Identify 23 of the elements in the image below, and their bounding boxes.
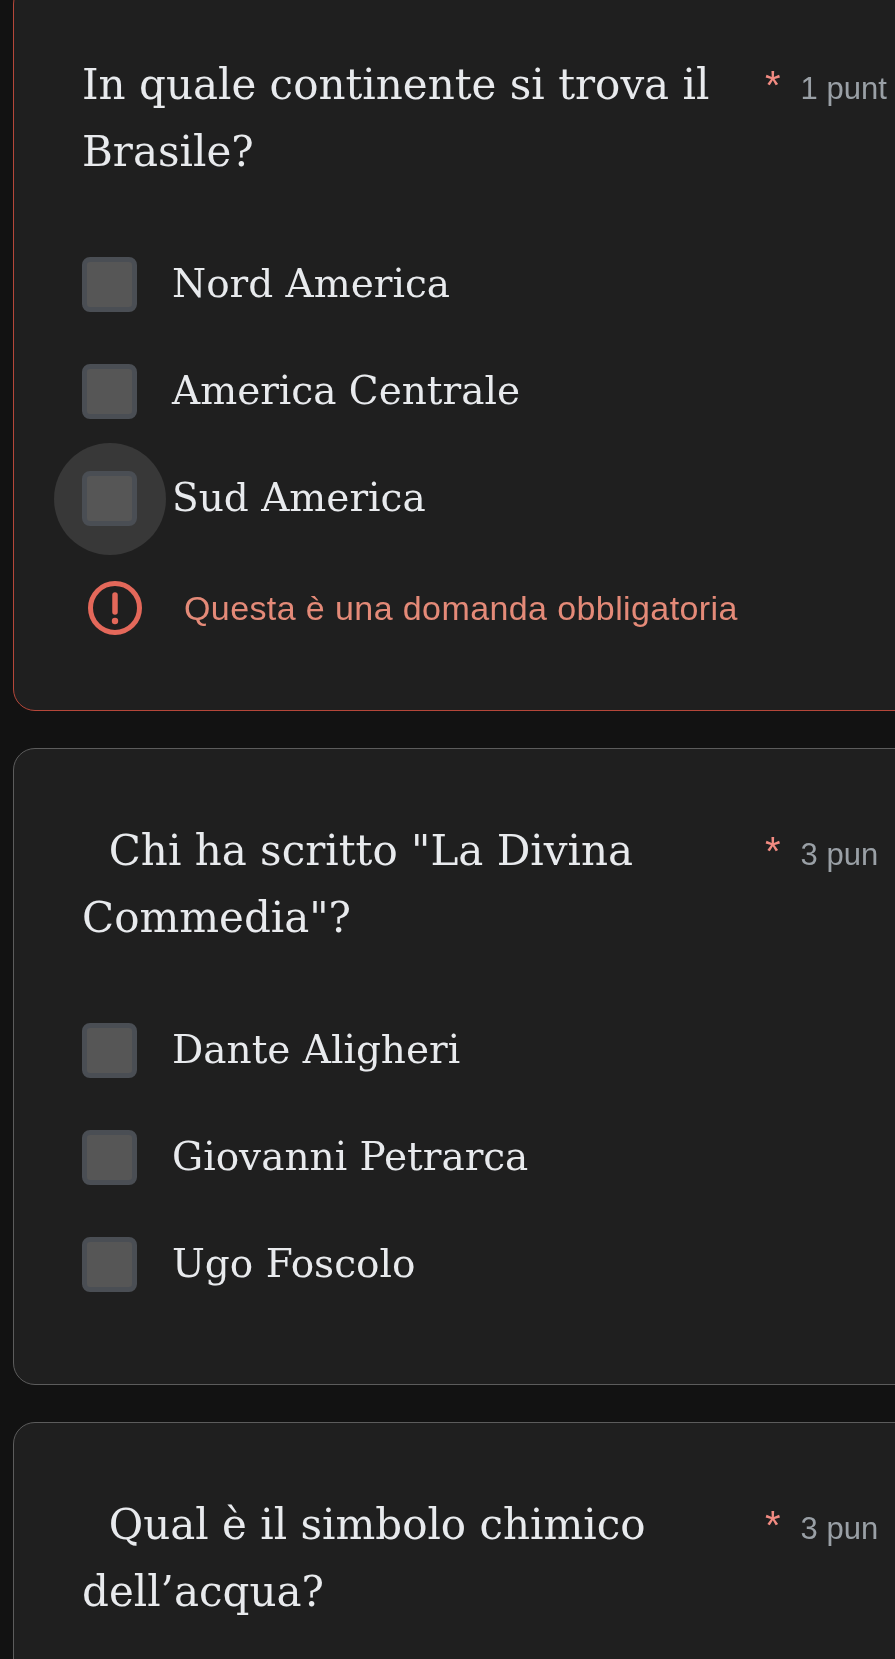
checkbox[interactable] bbox=[82, 1237, 137, 1292]
question-title: Qual è il simbolo chimico dell’acqua? bbox=[82, 1499, 647, 1618]
option-label: Sud America bbox=[172, 475, 426, 522]
option-label: Ugo Foscolo bbox=[172, 1241, 416, 1288]
points-label: 3 pun bbox=[800, 1511, 879, 1547]
error-message: Questa è una domanda obbligatoria bbox=[184, 588, 738, 628]
option-label: America Centrale bbox=[172, 368, 520, 415]
checkbox[interactable] bbox=[82, 471, 137, 526]
checkbox[interactable] bbox=[82, 364, 137, 419]
question-title: In quale continente si trova il Brasile? bbox=[82, 59, 711, 178]
checkbox[interactable] bbox=[82, 257, 137, 312]
option-label: Nord America bbox=[172, 261, 451, 308]
required-marker: * bbox=[765, 65, 781, 105]
required-marker: * bbox=[765, 831, 781, 871]
required-marker: * bbox=[765, 1505, 781, 1545]
option-label: Dante Aligheri bbox=[172, 1027, 461, 1074]
points-label: 3 pun bbox=[800, 837, 879, 873]
error-icon bbox=[88, 581, 142, 635]
checkbox[interactable] bbox=[82, 1130, 137, 1185]
option-label: Giovanni Petrarca bbox=[172, 1134, 529, 1181]
question-title: Chi ha scritto "La Divina Commedia"? bbox=[82, 825, 635, 944]
checkbox[interactable] bbox=[82, 1023, 137, 1078]
points-label: 1 punt bbox=[800, 71, 887, 107]
